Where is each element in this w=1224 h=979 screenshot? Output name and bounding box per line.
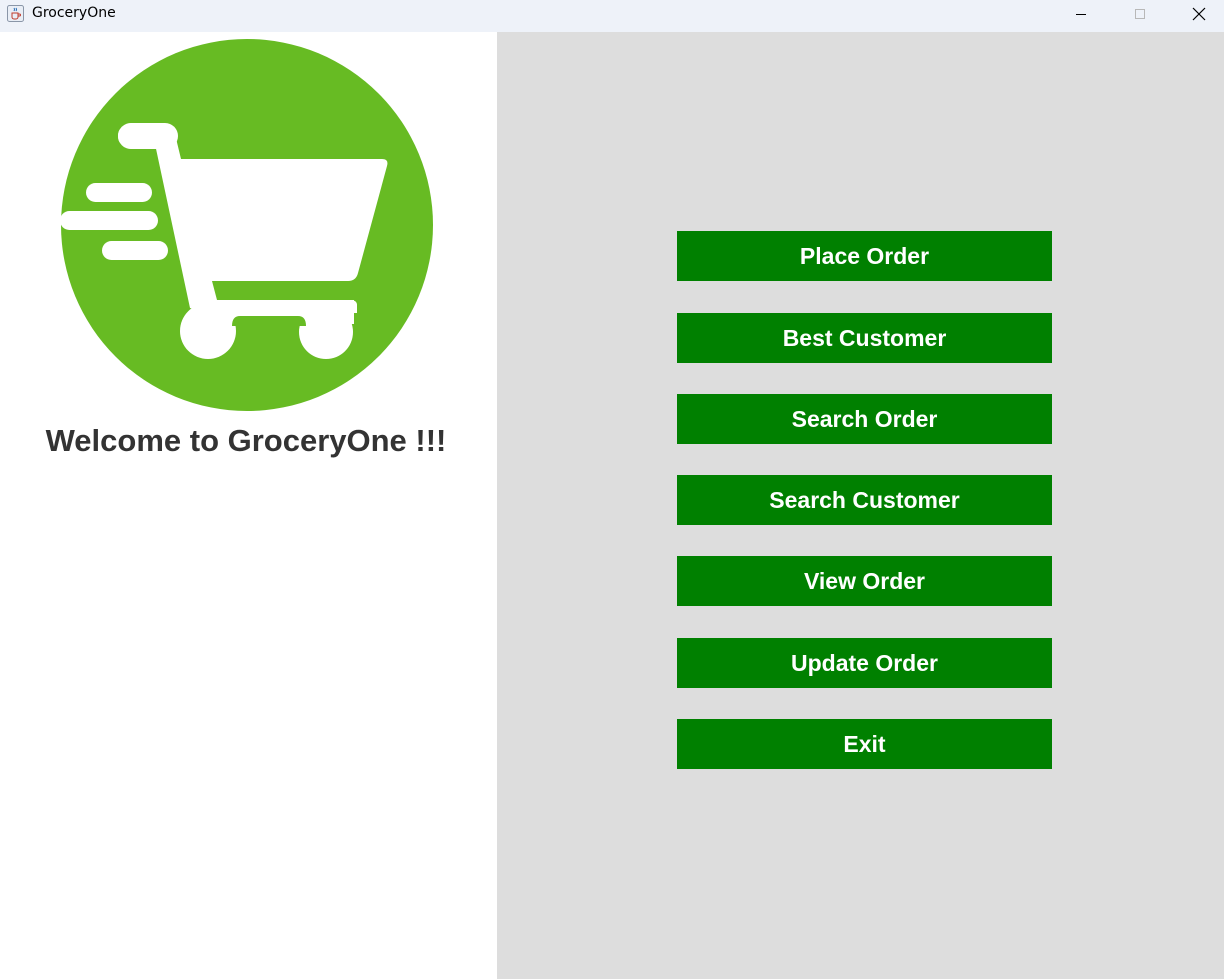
minimize-button[interactable] bbox=[1052, 0, 1110, 28]
left-panel: Welcome to GroceryOne !!! bbox=[0, 32, 497, 979]
update-order-button[interactable]: Update Order bbox=[677, 638, 1052, 688]
menu-panel: Place Order Best Customer Search Order S… bbox=[497, 32, 1224, 979]
close-icon bbox=[1192, 7, 1206, 21]
maximize-button[interactable] bbox=[1111, 0, 1169, 28]
window-title: GroceryOne bbox=[32, 5, 116, 21]
place-order-button[interactable]: Place Order bbox=[677, 231, 1052, 281]
java-cup-icon[interactable] bbox=[7, 5, 24, 22]
maximize-icon bbox=[1135, 9, 1145, 19]
title-bar: GroceryOne bbox=[0, 0, 1224, 32]
close-button[interactable] bbox=[1170, 0, 1224, 28]
search-order-button[interactable]: Search Order bbox=[677, 394, 1052, 444]
best-customer-button[interactable]: Best Customer bbox=[677, 313, 1052, 363]
welcome-heading: Welcome to GroceryOne !!! bbox=[45, 423, 447, 458]
view-order-button[interactable]: View Order bbox=[677, 556, 1052, 606]
search-customer-button[interactable]: Search Customer bbox=[677, 475, 1052, 525]
minimize-icon bbox=[1076, 14, 1086, 15]
shopping-cart-icon bbox=[60, 38, 434, 412]
exit-button[interactable]: Exit bbox=[677, 719, 1052, 769]
